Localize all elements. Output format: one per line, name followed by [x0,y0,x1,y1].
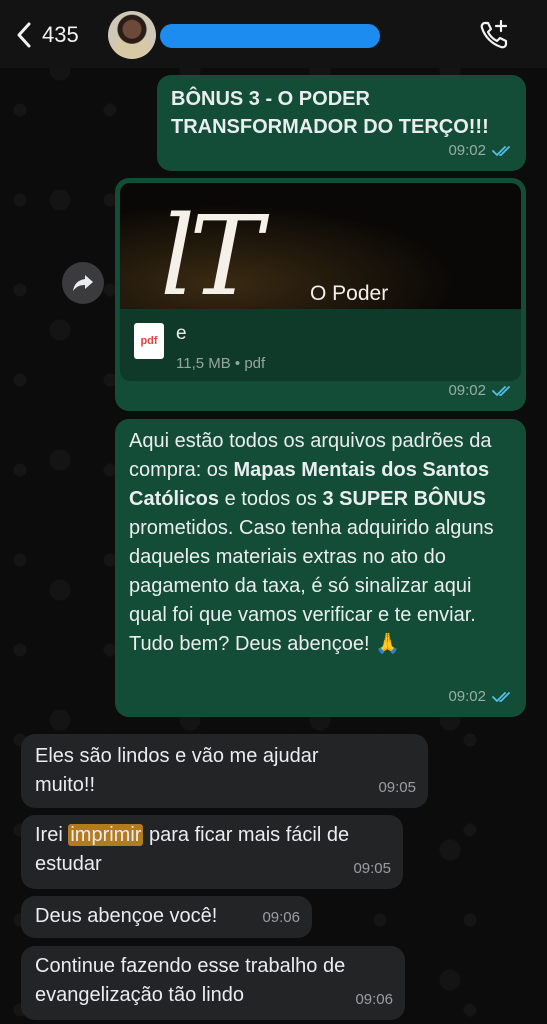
message-outgoing[interactable]: Aqui estão todos os arquivos padrões da … [115,419,526,717]
pdf-icon: pdf [134,323,164,359]
message-time: 09:05 [353,860,391,877]
message-outgoing[interactable]: BÔNUS 3 - O PODER TRANSFORMADOR DO TERÇO… [157,75,526,171]
message-incoming[interactable]: Continue fazendo esse trabalho de evange… [21,946,405,1020]
unread-count: 435 [42,22,79,47]
message-incoming[interactable]: Irei imprimir para ficar mais fácil de e… [21,815,403,889]
message-time: 09:06 [262,909,300,926]
read-ticks-icon [492,691,510,702]
message-text: BÔNUS 3 - O PODER TRANSFORMADOR DO TERÇO… [171,88,489,138]
message-time: 09:02 [448,688,486,705]
read-ticks-icon [492,385,510,396]
chevron-left-icon [17,22,31,48]
message-meta: 09:02 [448,376,514,405]
message-text: Continue fazendo esse trabalho de evange… [35,955,346,1006]
message-time: 09:02 [448,382,486,399]
phone-add-icon[interactable] [477,18,511,52]
read-ticks-icon [492,145,510,156]
message-incoming[interactable]: Eles são lindos e vão me ajudar muito!! … [21,734,428,808]
file-name: e [176,323,187,344]
message-time: 09:06 [355,991,393,1008]
preview-title: O Poder Transformador [310,282,389,305]
message-incoming[interactable]: Deus abençoe você! 09:06 [21,896,312,938]
message-text: Eles são lindos e vão me ajudar muito!! [35,745,319,796]
forward-button[interactable] [62,262,104,304]
message-meta: 09:02 [448,136,514,165]
avatar[interactable] [108,11,156,59]
search-highlight: imprimir [68,824,144,846]
message-document[interactable]: lT O Poder Transformador pdf e 11,5 MB •… [115,178,526,411]
file-info: 11,5 MB • pdf [176,355,266,372]
message-time: 09:02 [448,142,486,159]
file-row[interactable]: pdf e 11,5 MB • pdf [120,309,521,381]
message-text: Aqui estão todos os arquivos padrões da … [129,430,494,655]
message-meta: 09:06 [262,903,300,932]
message-time: 09:05 [378,779,416,796]
message-text: Irei imprimir para ficar mais fácil de e… [35,824,350,875]
contact-name[interactable] [160,24,380,48]
message-meta: 09:05 [378,773,416,802]
message-text: Deus abençoe você! [35,905,218,927]
message-meta: 09:06 [355,985,393,1014]
back-button[interactable]: 435 [14,18,94,52]
document-preview[interactable]: lT O Poder Transformador [120,183,521,309]
preview-artwork: lT [160,192,263,309]
message-meta: 09:02 [448,682,514,711]
chat-header: 435 [0,0,547,68]
forward-arrow-icon [73,275,93,291]
message-meta: 09:05 [353,854,391,883]
